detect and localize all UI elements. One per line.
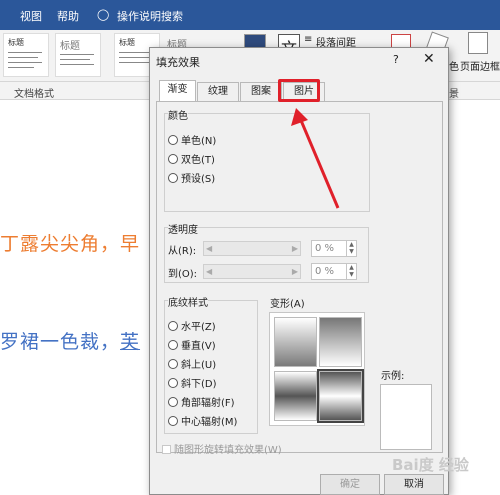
annotation-arrow [291, 108, 340, 209]
watermark-text: Bai度 经验 [392, 456, 469, 474]
